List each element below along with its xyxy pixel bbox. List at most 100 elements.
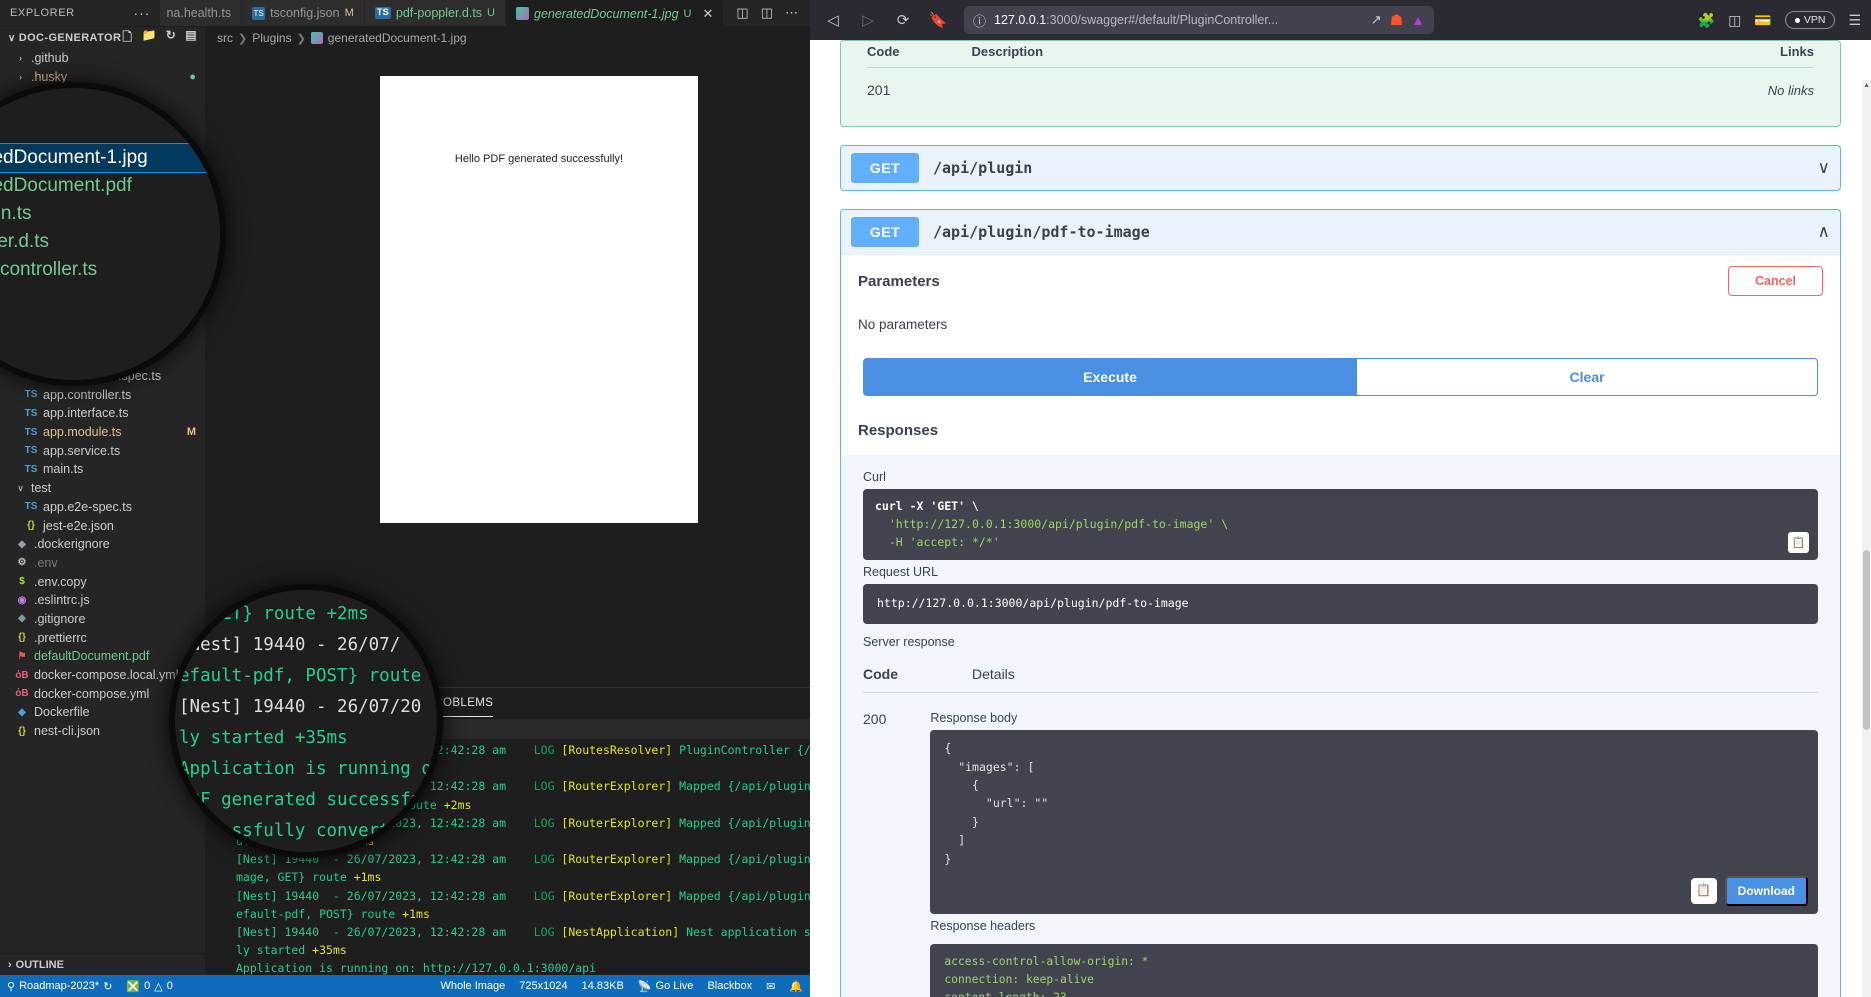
operation-header[interactable]: GET /api/plugin/pdf-to-image ∧ bbox=[841, 210, 1840, 254]
share-icon[interactable]: ↗ bbox=[1371, 12, 1382, 28]
status-image-mode[interactable]: Whole Image bbox=[433, 975, 512, 997]
status-problems[interactable]: ❎ 0 △ 0 bbox=[119, 975, 179, 997]
chevron-up-icon[interactable]: ∧ bbox=[1818, 222, 1830, 242]
editor-tab-pdf-poppler[interactable]: TS pdf-poppler.d.ts U bbox=[365, 0, 506, 26]
clear-button[interactable]: Clear bbox=[1357, 358, 1818, 396]
tab-debug-console[interactable]: DEBUG CONSOLE bbox=[298, 691, 404, 716]
editor-tab-tsconfig[interactable]: TS tsconfig.json M bbox=[242, 0, 365, 26]
chevron-icon[interactable]: › bbox=[15, 109, 26, 119]
tree-item-app-e2e-spec-ts[interactable]: TSapp.e2e-spec.ts bbox=[0, 498, 205, 517]
breadcrumb-plugins[interactable]: Plugins bbox=[252, 31, 291, 45]
refresh-icon[interactable]: ↻ bbox=[166, 28, 176, 49]
tree-item-prisma-service-ts[interactable]: TSprisma.service.ts bbox=[0, 348, 205, 367]
tab-problems[interactable]: PROBLEMS bbox=[426, 691, 493, 717]
status-go-live[interactable]: 📡 Go Live bbox=[631, 975, 701, 997]
tree-item-health[interactable]: ›health● bbox=[0, 161, 205, 180]
terminal-header[interactable]: › ∨ TERMINAL bbox=[205, 719, 873, 739]
tree-item-test[interactable]: ∨test bbox=[0, 479, 205, 498]
terminal-body[interactable]: ⚠ ● [Nest] 19440 - 26/07/2023, 12:42:28 … bbox=[205, 739, 873, 997]
workspace-root-row[interactable]: ∨ DOC-GENERATOR 🗋 📁 ↻ ▤ bbox=[0, 27, 205, 49]
tree-item-pdf-plugin-ts[interactable]: TSpdf-plugin.tsU bbox=[0, 236, 205, 255]
tree-item-app-service-ts[interactable]: TSapp.service.ts bbox=[0, 441, 205, 460]
tree-item--husky[interactable]: ›.husky● bbox=[0, 68, 205, 87]
operation-get-pdf-to-image[interactable]: GET /api/plugin/pdf-to-image ∧ Parameter… bbox=[840, 209, 1841, 997]
tree-item-prisma-service-spec-ts[interactable]: TSprisma.service.spec.ts bbox=[0, 329, 205, 348]
tab-output[interactable]: OUTPUT bbox=[225, 691, 275, 716]
address-bar[interactable]: ⓘ 127.0.0.1:3000/swagger#/default/Plugin… bbox=[964, 6, 1434, 34]
editor-tab-generated-document[interactable]: generatedDocument-1.jpg U ✕ bbox=[506, 0, 724, 26]
extensions-icon[interactable]: 🧩 bbox=[1698, 12, 1715, 29]
explorer-more-icon[interactable]: ··· bbox=[133, 5, 150, 21]
chevron-icon[interactable]: › bbox=[15, 72, 26, 82]
chevron-icon[interactable]: ∨ bbox=[24, 184, 35, 195]
tree-item-defaultdocument-pdf[interactable]: ⚑defaultDocument.pdfU bbox=[0, 647, 205, 666]
tree-item-main-ts[interactable]: TSmain.ts bbox=[0, 460, 205, 479]
scrollbar-thumb[interactable] bbox=[1863, 550, 1870, 730]
tree-item-plugins[interactable]: ∨Plugins● bbox=[0, 180, 205, 199]
new-file-icon[interactable]: 🗋 bbox=[122, 28, 132, 49]
status-blackbox[interactable]: Blackbox bbox=[700, 975, 759, 997]
bookmark-icon[interactable]: 🔖 bbox=[925, 7, 951, 33]
tree-item-app-controller-spec-ts[interactable]: TSapp.controller.spec.ts bbox=[0, 367, 205, 386]
copy-icon[interactable]: 📋 bbox=[1788, 532, 1809, 553]
tree-item-jest-e2e-json[interactable]: {}jest-e2e.json bbox=[0, 516, 205, 535]
collapse-all-icon[interactable]: ▤ bbox=[185, 28, 197, 49]
tree-item-prisma[interactable]: ∨prisma bbox=[0, 292, 205, 311]
file-tree[interactable]: ›.github›.husky●›dist›node_modules›prism… bbox=[0, 49, 205, 953]
tree-item-prisma[interactable]: ›prisma bbox=[0, 124, 205, 143]
chevron-icon[interactable]: ∨ bbox=[24, 296, 35, 307]
operation-header[interactable]: GET /api/plugin ∨ bbox=[841, 146, 1840, 190]
page-scrollbar[interactable]: ▲ ▼ bbox=[1862, 80, 1871, 997]
tree-item--dockerignore[interactable]: ◆.dockerignore bbox=[0, 535, 205, 554]
tree-item-dockerfile[interactable]: ◆Dockerfile bbox=[0, 703, 205, 722]
outline-section[interactable]: › OUTLINE bbox=[0, 953, 205, 975]
forward-button[interactable]: ▷ bbox=[855, 7, 881, 33]
more-actions-icon[interactable]: ⋯ bbox=[785, 5, 798, 21]
new-folder-icon[interactable]: 📁 bbox=[141, 28, 156, 49]
tree-item-nest-cli-json[interactable]: {}nest-cli.json bbox=[0, 722, 205, 741]
info-circle-icon[interactable]: ⓘ bbox=[973, 11, 986, 30]
chevron-icon[interactable]: › bbox=[15, 53, 26, 63]
tree-item--gitignore[interactable]: ◆.gitignore bbox=[0, 610, 205, 629]
copy-icon[interactable]: 📋 bbox=[1691, 878, 1717, 904]
sidebar-icon[interactable]: ◫ bbox=[1728, 12, 1741, 29]
brave-shield-icon[interactable]: ☗ bbox=[1390, 11, 1403, 29]
tree-item-docker-compose-yml[interactable]: ὀBdocker-compose.yml bbox=[0, 684, 205, 703]
scroll-up-arrow-icon[interactable]: ▲ bbox=[1863, 82, 1870, 89]
breadcrumb-src[interactable]: src bbox=[217, 31, 233, 45]
bell-icon[interactable]: 🔔 bbox=[782, 975, 810, 997]
chevron-down-icon[interactable]: ∨ bbox=[224, 723, 232, 736]
tree-item-prisma-module-ts[interactable]: TSprisma.module.ts bbox=[0, 311, 205, 330]
split-editor-icon[interactable]: ◫ bbox=[736, 5, 748, 21]
tree-item-pdf-poppler-d-ts[interactable]: TSpdf-poppler.d.tsU bbox=[0, 255, 205, 274]
editor-tab-health[interactable]: na.health.ts bbox=[160, 0, 242, 26]
status-dimensions[interactable]: 725x1024 bbox=[512, 975, 574, 997]
chevron-icon[interactable]: › bbox=[15, 91, 26, 101]
tree-item--env-copy[interactable]: $.env.copy bbox=[0, 572, 205, 591]
tree-item-app-module-ts[interactable]: TSapp.module.tsM bbox=[0, 423, 205, 442]
chevron-icon[interactable]: ∨ bbox=[15, 146, 26, 157]
tree-item-docker-compose-local-yml[interactable]: ὀBdocker-compose.local.yml bbox=[0, 666, 205, 685]
tree-item-app-controller-ts[interactable]: TSapp.controller.ts bbox=[0, 385, 205, 404]
tree-item--eslintrc-js[interactable]: ◉.eslintrc.js bbox=[0, 591, 205, 610]
breadcrumb-file[interactable]: generatedDocument-1.jpg bbox=[328, 31, 467, 45]
layout-icon[interactable]: ◫ bbox=[761, 5, 773, 21]
download-button[interactable]: Download bbox=[1725, 876, 1808, 906]
warning-triangle-icon[interactable]: ▲ bbox=[1411, 12, 1425, 28]
tree-item-src[interactable]: ∨src bbox=[0, 142, 205, 161]
tree-item-app-interface-ts[interactable]: TSapp.interface.ts bbox=[0, 404, 205, 423]
tree-item-node-modules[interactable]: ›node_modules bbox=[0, 105, 205, 124]
sync-icon[interactable]: ↻ bbox=[103, 980, 112, 993]
chevron-icon[interactable]: › bbox=[24, 165, 35, 175]
reload-button[interactable]: ⟳ bbox=[890, 7, 916, 33]
breadcrumb[interactable]: src ❯ Plugins ❯ generatedDocument-1.jpg bbox=[205, 27, 873, 49]
wallet-icon[interactable]: 💳 bbox=[1754, 12, 1771, 29]
hamburger-menu-icon[interactable]: ☰ bbox=[1848, 12, 1861, 29]
cancel-button[interactable]: Cancel bbox=[1728, 266, 1823, 296]
tree-item--prettierrc[interactable]: {}.prettierrc bbox=[0, 628, 205, 647]
expand-chevron-icon[interactable]: › bbox=[213, 723, 217, 735]
execute-button[interactable]: Execute bbox=[863, 358, 1357, 396]
status-branch[interactable]: ⚲ Roadmap-2023* ↻ bbox=[0, 975, 119, 997]
tree-item-generateddocument-pdf[interactable]: ⚑generatedDocument.pdfU bbox=[0, 217, 205, 236]
chevron-down-icon[interactable]: ∨ bbox=[1818, 158, 1830, 178]
